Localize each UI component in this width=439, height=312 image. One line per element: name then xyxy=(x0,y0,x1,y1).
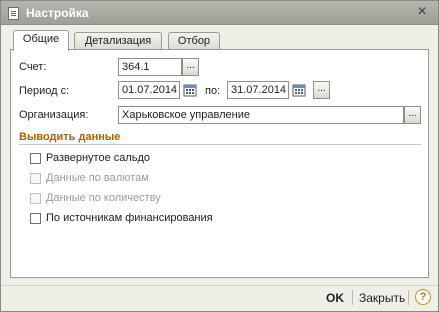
settings-dialog: Настройка × Общие Детализация Отбор Счет… xyxy=(0,0,439,312)
period-from-label: Период с: xyxy=(19,85,70,97)
calendar-icon[interactable] xyxy=(291,82,307,98)
account-label: Счет: xyxy=(19,61,47,73)
section-divider xyxy=(19,144,421,145)
checkbox[interactable] xyxy=(30,153,41,164)
checkbox-label: Данные по валютам xyxy=(46,172,149,184)
period-to-field[interactable]: 31.07.2014 xyxy=(227,81,289,99)
checkbox-quantity-data: Данные по количеству xyxy=(30,192,200,206)
checkbox-currency-data: Данные по валютам xyxy=(30,172,190,186)
output-section-header: Выводить данные xyxy=(19,131,121,143)
close-button[interactable]: Закрыть xyxy=(359,290,405,306)
footer-divider xyxy=(352,290,353,305)
organization-select-button[interactable]: ... xyxy=(404,106,421,124)
account-select-button[interactable]: ... xyxy=(182,58,199,76)
footer-separator xyxy=(1,285,438,286)
help-icon[interactable]: ? xyxy=(415,289,431,305)
account-field[interactable]: 364.1 xyxy=(118,58,182,76)
period-from-field[interactable]: 01.07.2014 xyxy=(118,81,180,99)
organization-label: Организация: xyxy=(19,109,89,121)
checkbox xyxy=(30,173,41,184)
checkbox xyxy=(30,193,41,204)
calendar-icon[interactable] xyxy=(182,82,198,98)
checkbox-label: Данные по количеству xyxy=(46,192,161,204)
period-to-label: по: xyxy=(205,85,221,97)
checkbox-expanded-balance[interactable]: Развернутое сальдо xyxy=(30,152,190,166)
organization-field[interactable]: Харьковское управление xyxy=(118,106,404,124)
form-area: Счет: 364.1 ... Период с: 01.07.2014 по:… xyxy=(1,1,438,285)
checkbox-funding-sources[interactable]: По источникам финансирования xyxy=(30,212,250,226)
checkbox-label: Развернутое сальдо xyxy=(46,152,151,164)
checkbox-label: По источникам финансирования xyxy=(46,212,213,224)
ok-button[interactable]: OK xyxy=(326,290,344,306)
period-select-button[interactable]: ... xyxy=(313,81,330,99)
checkbox[interactable] xyxy=(30,213,41,224)
footer-divider xyxy=(408,290,409,305)
